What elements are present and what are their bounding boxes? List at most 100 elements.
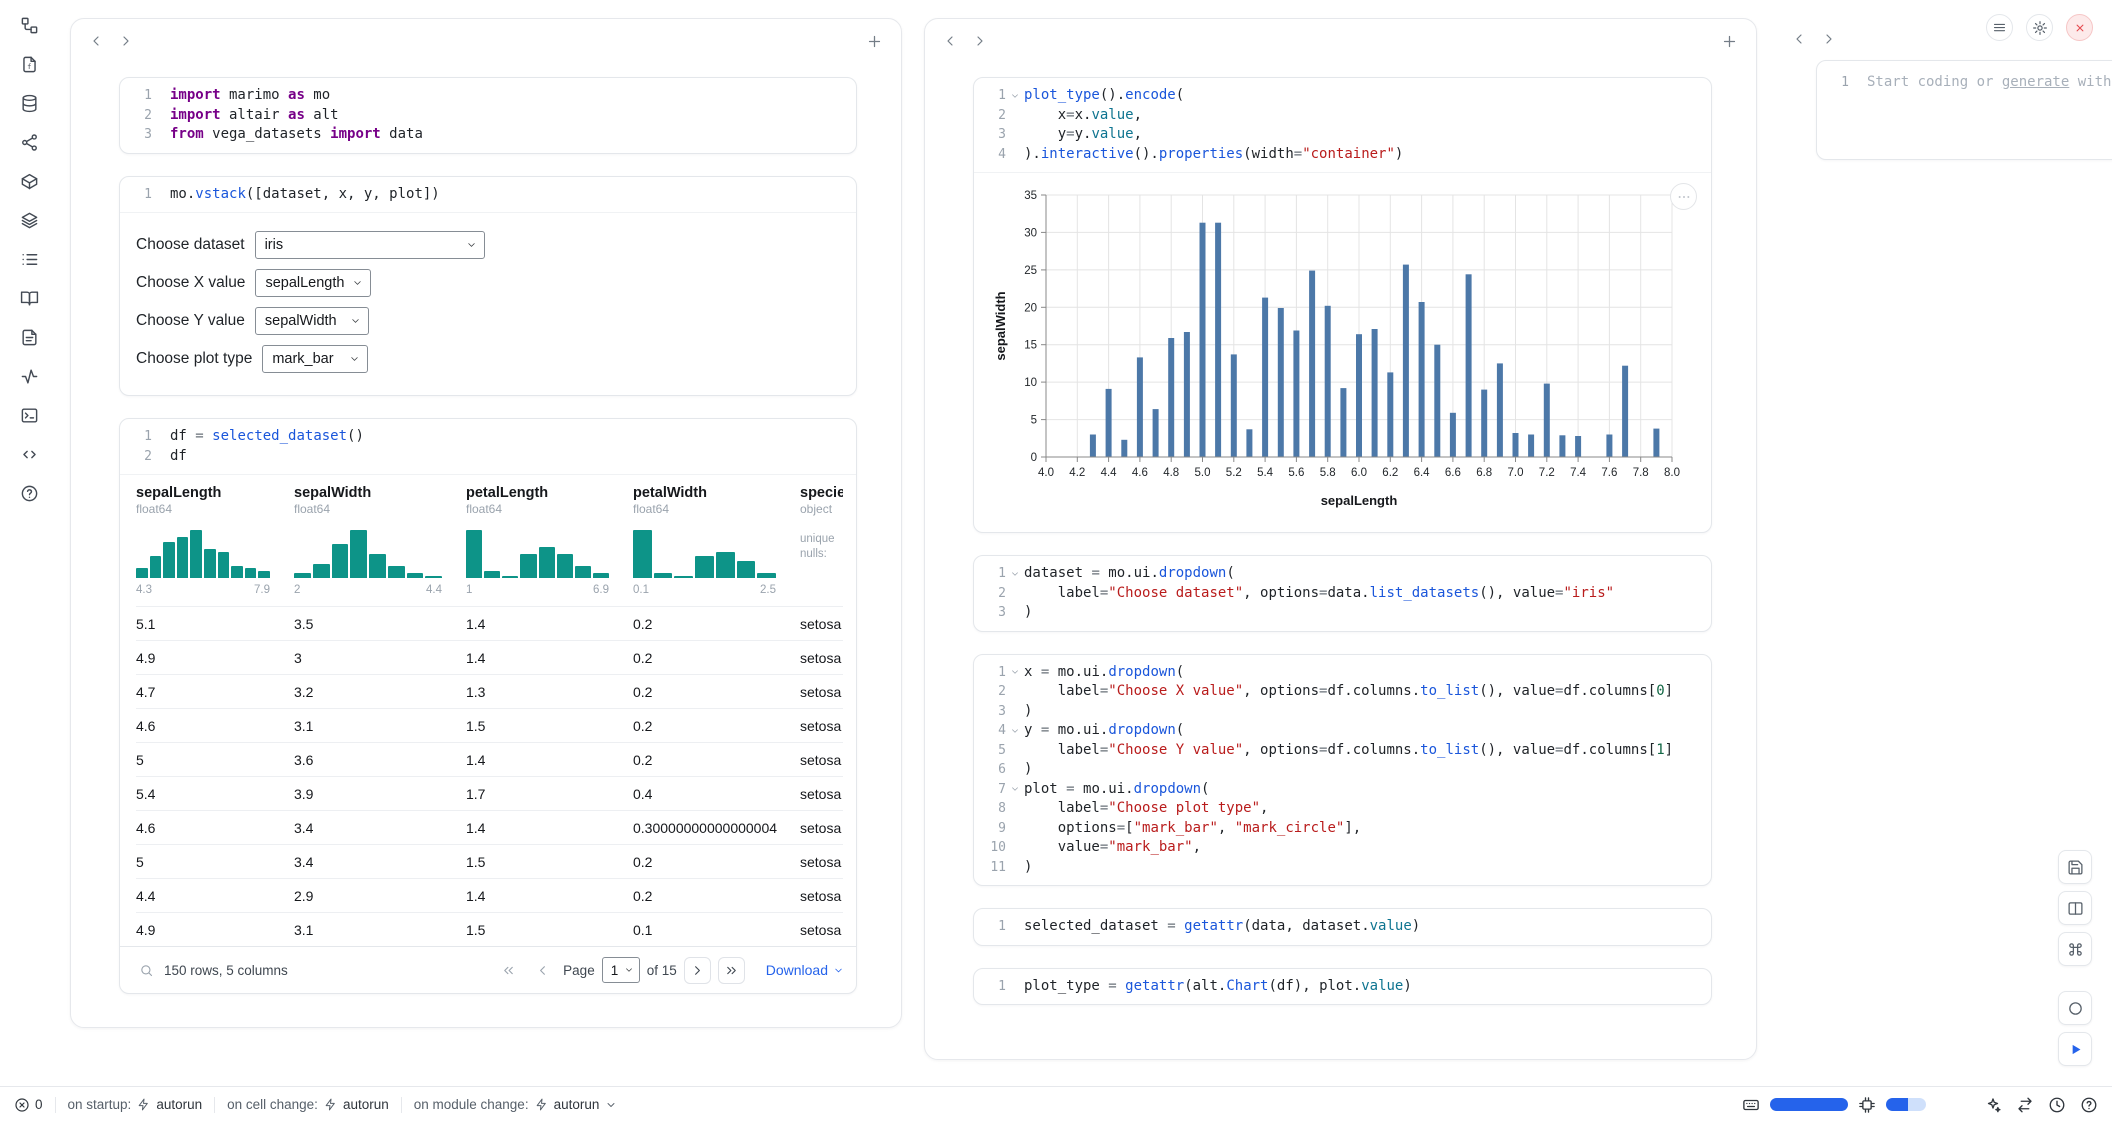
left-column-header — [71, 19, 901, 63]
code-editor-plot[interactable]: 1plot_type().encode(2 x=x.value,3 y=y.va… — [974, 78, 1711, 172]
fold-chevron-icon[interactable] — [1006, 663, 1024, 683]
table-search-button[interactable] — [136, 957, 156, 984]
y-value-select[interactable]: sepalWidth — [255, 307, 369, 335]
fold-chevron-icon[interactable] — [1006, 780, 1024, 800]
middle-column-panel: 1plot_type().encode(2 x=x.value,3 y=y.va… — [924, 18, 1757, 1060]
column-scroll-right-button[interactable] — [111, 26, 141, 56]
column-scroll-right-button[interactable] — [1814, 24, 1844, 54]
control-row: Choose plot type mark_bar — [136, 345, 840, 373]
fold-chevron-icon[interactable] — [1006, 564, 1024, 584]
export-button[interactable] — [2058, 850, 2092, 884]
svg-text:6.8: 6.8 — [1476, 467, 1492, 479]
shutdown-button[interactable] — [2066, 14, 2093, 41]
column-header-petalLength[interactable]: petalLengthfloat6416.9 — [466, 475, 633, 606]
line-number: 1 — [978, 917, 1006, 937]
column-scroll-left-button[interactable] — [81, 26, 111, 56]
line-number: 3 — [978, 603, 1006, 623]
dataframe-output: sepalLengthfloat644.37.9sepalWidthfloat6… — [120, 474, 856, 993]
add-cell-button[interactable] — [1714, 26, 1744, 56]
errors-indicator[interactable]: 0 — [14, 1097, 43, 1113]
column-histogram — [294, 526, 442, 578]
ai-sparkles-icon[interactable] — [1984, 1096, 2002, 1114]
fold-spacer — [1006, 741, 1024, 761]
command-palette-button[interactable] — [2058, 932, 2092, 966]
code-editor-plot-type[interactable]: 1plot_type = getattr(alt.Chart(df), plot… — [974, 969, 1711, 1005]
sidebar-item-variables[interactable] — [16, 131, 42, 157]
plot-type-select[interactable]: mark_bar — [262, 345, 368, 373]
sidebar-item-help[interactable] — [16, 482, 42, 508]
column-header-petalWidth[interactable]: petalWidthfloat640.12.5 — [633, 475, 800, 606]
sidebar-item-terminal[interactable] — [16, 404, 42, 430]
column-header-sepalWidth[interactable]: sepalWidthfloat6424.4 — [294, 475, 466, 606]
sidebar-item-logs[interactable] — [16, 326, 42, 352]
toggle-panel-button[interactable] — [2058, 891, 2092, 925]
keyboard-icon[interactable] — [1742, 1096, 1760, 1114]
table-row: 4.63.11.50.2setosa — [136, 708, 843, 742]
code-editor-imports[interactable]: 1import marimo as mo2import altair as al… — [120, 78, 856, 153]
run-setting-cell-change[interactable]: on cell change:autorun — [227, 1097, 389, 1112]
code-line: 2df — [124, 447, 842, 467]
page-total: of 15 — [647, 963, 677, 978]
swap-arrows-icon[interactable] — [2016, 1096, 2034, 1114]
column-header-species[interactable]: speciesobjectuniquenulls: — [800, 475, 843, 566]
sidebar-item-packages[interactable] — [16, 209, 42, 235]
sidebar-item-tracing[interactable] — [16, 365, 42, 391]
prev-page-button[interactable] — [529, 957, 556, 984]
column-header-sepalLength[interactable]: sepalLengthfloat644.37.9 — [136, 475, 294, 606]
sidebar-item-database[interactable] — [16, 92, 42, 118]
snippets-icon — [20, 445, 39, 467]
code-editor-xyplot[interactable]: 1x = mo.ui.dropdown(2 label="Choose X va… — [974, 655, 1711, 886]
svg-text:6.2: 6.2 — [1382, 467, 1398, 479]
sidebar-item-outline[interactable] — [16, 248, 42, 274]
code-line: 4y = mo.ui.dropdown( — [978, 721, 1697, 741]
chart-output: 4.04.24.44.64.85.05.25.45.65.86.06.26.46… — [974, 172, 1711, 532]
svg-text:20: 20 — [1024, 302, 1037, 314]
settings-button[interactable] — [2026, 14, 2053, 41]
code-editor-selected-dataset[interactable]: 1selected_dataset = getattr(data, datase… — [974, 909, 1711, 945]
x-value-select[interactable]: sepalLength — [255, 269, 371, 297]
control-row: Choose datasetiris — [136, 231, 840, 259]
left-column-panel: 1import marimo as mo2import altair as al… — [70, 18, 902, 1028]
save-icon — [2067, 859, 2084, 876]
code-line: 5 label="Choose Y value", options=df.col… — [978, 741, 1697, 761]
run-setting-module-change[interactable]: on module change:autorun — [414, 1097, 618, 1112]
svg-text:5.8: 5.8 — [1320, 467, 1336, 479]
next-page-button[interactable] — [684, 957, 711, 984]
add-cell-button[interactable] — [859, 26, 889, 56]
download-button[interactable]: Download — [766, 962, 844, 978]
column-scroll-left-button[interactable] — [1784, 24, 1814, 54]
tracing-icon — [20, 367, 39, 389]
help-icon — [20, 484, 39, 506]
fold-chevron-icon[interactable] — [1006, 721, 1024, 741]
sidebar-item-marimo-file[interactable]: f — [16, 53, 42, 79]
line-number: 2 — [124, 106, 152, 126]
page-select[interactable]: 1 — [602, 957, 640, 983]
last-page-button[interactable] — [718, 957, 745, 984]
notebook-menu-button[interactable] — [1986, 14, 2013, 41]
dataset-select[interactable]: iris — [255, 231, 485, 259]
code-editor-dataframe[interactable]: 1df = selected_dataset()2df — [120, 419, 856, 474]
sidebar-item-dependencies[interactable] — [16, 170, 42, 196]
first-page-button[interactable] — [495, 957, 522, 984]
column-scroll-left-button[interactable] — [935, 26, 965, 56]
code-editor-dataset[interactable]: 1dataset = mo.ui.dropdown(2 label="Choos… — [974, 556, 1711, 631]
sidebar-item-snippets[interactable] — [16, 443, 42, 469]
help-icon[interactable] — [2080, 1096, 2098, 1114]
stop-button[interactable] — [2058, 991, 2092, 1025]
run-all-button[interactable] — [2058, 1032, 2092, 1066]
plus-icon — [866, 33, 883, 50]
sidebar-item-documentation[interactable] — [16, 287, 42, 313]
generate-with-ai-link[interactable]: generate — [2002, 74, 2069, 90]
history-clock-icon[interactable] — [2048, 1096, 2066, 1114]
run-setting-startup[interactable]: on startup:autorun — [68, 1097, 203, 1112]
empty-cell[interactable]: 1 Start coding or generate with AI — [1816, 60, 2112, 160]
line-number: 5 — [978, 741, 1006, 761]
column-scroll-right-button[interactable] — [965, 26, 995, 56]
code-editor-vstack[interactable]: 1mo.vstack([dataset, x, y, plot]) — [120, 177, 856, 213]
altair-bar-chart[interactable]: 4.04.24.44.64.85.05.25.45.65.86.06.26.46… — [990, 183, 1697, 518]
sidebar-item-file-tree[interactable] — [16, 14, 42, 40]
chart-actions-button[interactable] — [1670, 183, 1697, 210]
fold-chevron-icon[interactable] — [1006, 86, 1024, 106]
code-line: 4).interactive().properties(width="conta… — [978, 145, 1697, 165]
plot-type-label: Choose plot type — [136, 350, 252, 368]
